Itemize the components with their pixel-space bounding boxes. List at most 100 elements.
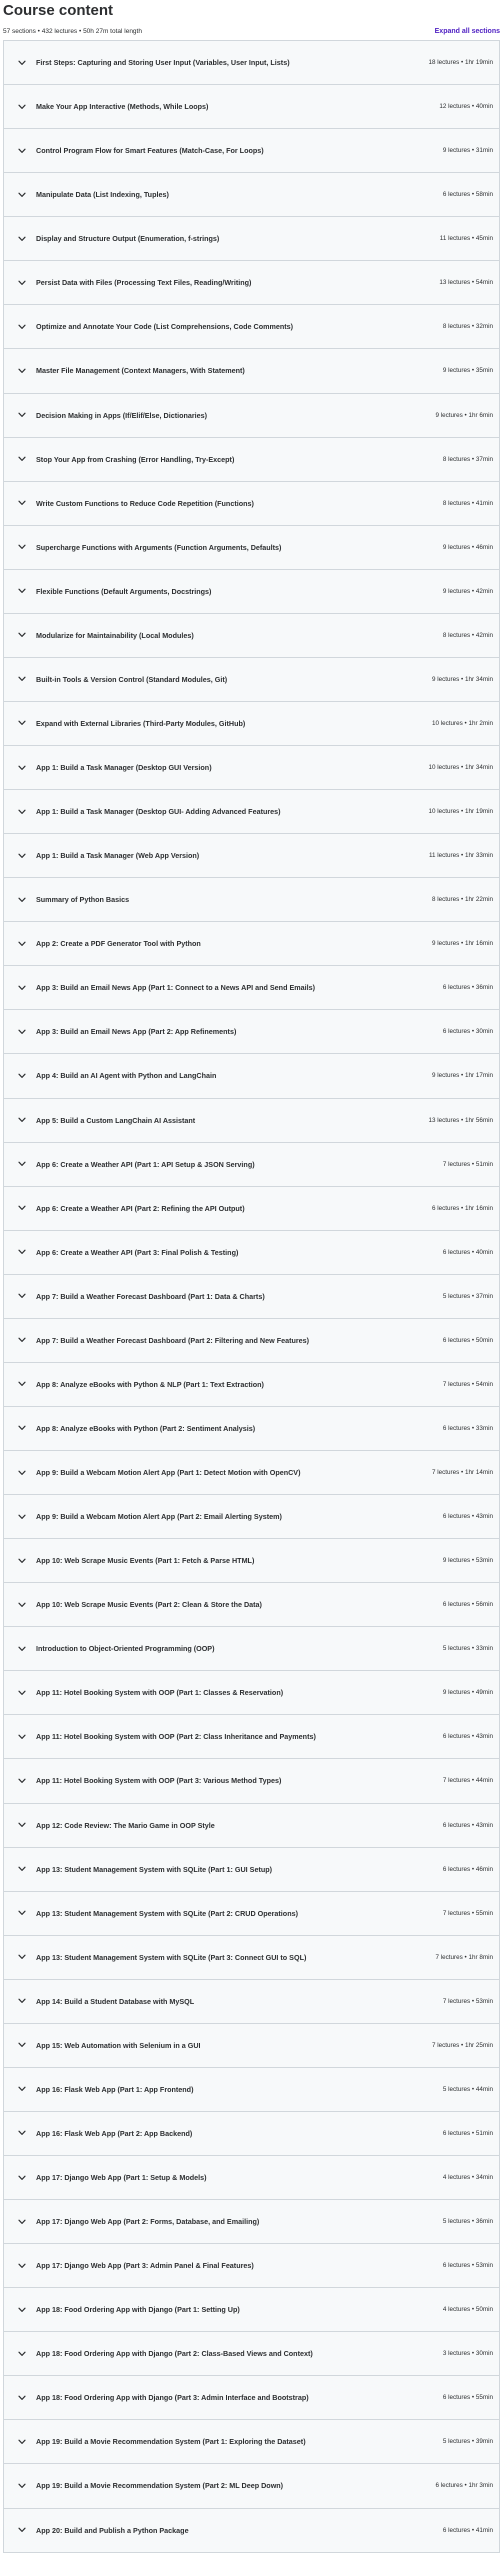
section-row[interactable]: App 11: Hotel Booking System with OOP (P… [4,1759,499,1804]
section-row[interactable]: App 14: Build a Student Database with My… [4,1979,499,2024]
section-title: App 13: Student Management System with S… [36,1908,298,1918]
section-row[interactable]: App 17: Django Web App (Part 1: Setup & … [4,2156,499,2201]
chevron-down-icon [17,322,26,331]
section-meta: 10 lectures • 1hr 19min [428,808,493,816]
chevron-down-icon [17,2085,26,2094]
section-row[interactable]: App 20: Build and Publish a Python Packa… [4,2508,499,2552]
chevron-down-icon [17,1424,26,1433]
expand-all-sections-button[interactable]: Expand all sections [435,28,500,35]
chevron-down-icon [17,1953,26,1962]
chevron-down-icon [17,2437,26,2446]
section-row[interactable]: App 17: Django Web App (Part 3: Admin Pa… [4,2244,499,2289]
section-title: App 1: Build a Task Manager (Web App Ver… [36,851,200,861]
section-row[interactable]: App 8: Analyze eBooks with Python & NLP … [4,1362,499,1407]
section-row[interactable]: App 13: Student Management System with S… [4,1847,499,1892]
section-row[interactable]: Flexible Functions (Default Arguments, D… [4,569,499,614]
section-row[interactable]: App 1: Build a Task Manager (Desktop GUI… [4,790,499,835]
section-row[interactable]: App 18: Food Ordering App with Django (P… [4,2332,499,2377]
section-meta: 5 lectures • 39min [442,2438,493,2446]
section-title: App 5: Build a Custom LangChain AI Assis… [36,1115,196,1125]
section-row[interactable]: App 6: Create a Weather API (Part 2: Ref… [4,1186,499,1231]
section-row[interactable]: App 3: Build an Email News App (Part 2: … [4,1010,499,1055]
section-meta: 7 lectures • 54min [442,1380,493,1388]
section-row[interactable]: App 7: Build a Weather Forecast Dashboar… [4,1318,499,1363]
section-row[interactable]: App 13: Student Management System with S… [4,1891,499,1936]
section-meta: 7 lectures • 51min [442,1160,493,1168]
section-row[interactable]: Expand with External Libraries (Third-Pa… [4,701,499,746]
chevron-down-icon [17,1556,26,1565]
section-row[interactable]: App 18: Food Ordering App with Django (P… [4,2376,499,2421]
section-row[interactable]: App 5: Build a Custom LangChain AI Assis… [4,1098,499,1143]
section-row[interactable]: Summary of Python Basics 8 lectures • 1hr… [4,878,499,923]
section-row[interactable]: Display and Structure Output (Enumeratio… [4,217,499,262]
section-row[interactable]: Make Your App Interactive (Methods, Whil… [4,85,499,130]
chevron-down-icon [17,102,26,111]
section-row[interactable]: Decision Making in Apps (If/Elif/Else, D… [4,393,499,438]
chevron-down-icon [17,499,26,508]
section-row[interactable]: App 15: Web Automation with Selenium in … [4,2023,499,2068]
section-title: Write Custom Functions to Reduce Code Re… [36,498,254,508]
chevron-down-icon [17,366,26,375]
section-title: Decision Making in Apps (If/Elif/Else, D… [36,410,208,420]
section-row[interactable]: App 13: Student Management System with S… [4,1935,499,1980]
section-row[interactable]: App 16: Flask Web App (Part 1: App Front… [4,2067,499,2112]
chevron-down-icon [17,2305,26,2314]
section-row[interactable]: App 12: Code Review: The Mario Game in O… [4,1803,499,1848]
chevron-down-icon [17,939,26,948]
section-row[interactable]: App 10: Web Scrape Music Events (Part 1:… [4,1539,499,1584]
section-row[interactable]: App 4: Build an AI Agent with Python and… [4,1054,499,1099]
section-row[interactable]: App 19: Build a Movie Recommendation Sys… [4,2464,499,2509]
section-row[interactable]: Introduction to Object-Oriented Programm… [4,1627,499,1672]
section-title: App 1: Build a Task Manager (Desktop GUI… [36,763,212,773]
section-row[interactable]: Modularize for Maintainability (Local Mo… [4,613,499,658]
section-row[interactable]: Stop Your App from Crashing (Error Handl… [4,437,499,482]
section-row[interactable]: App 19: Build a Movie Recommendation Sys… [4,2420,499,2465]
section-meta: 6 lectures • 1hr 3min [435,2482,493,2490]
section-row[interactable]: Persist Data with Files (Processing Text… [4,261,499,306]
section-row[interactable]: App 11: Hotel Booking System with OOP (P… [4,1671,499,1716]
section-title: App 11: Hotel Booking System with OOP (P… [36,1688,284,1698]
section-meta: 3 lectures • 30min [442,2350,493,2358]
section-row[interactable]: App 11: Hotel Booking System with OOP (P… [4,1715,499,1760]
chevron-down-icon [17,1997,26,2006]
section-row[interactable]: First Steps: Capturing and Storing User … [4,41,499,86]
section-row[interactable]: App 1: Build a Task Manager (Desktop GUI… [4,746,499,791]
section-meta: 6 lectures • 30min [442,1028,493,1036]
section-meta: 5 lectures • 37min [442,1292,493,1300]
section-meta: 6 lectures • 43min [442,1733,493,1741]
chevron-down-icon [17,1909,26,1918]
section-meta: 6 lectures • 46min [442,1865,493,1873]
section-row[interactable]: App 6: Create a Weather API (Part 1: API… [4,1142,499,1187]
section-row[interactable]: Control Program Flow for Smart Features … [4,129,499,174]
section-row[interactable]: App 1: Build a Task Manager (Web App Ver… [4,834,499,879]
section-row[interactable]: App 18: Food Ordering App with Django (P… [4,2288,499,2333]
section-title: App 17: Django Web App (Part 1: Setup & … [36,2173,207,2183]
section-row[interactable]: App 8: Analyze eBooks with Python (Part … [4,1406,499,1451]
section-row[interactable]: Master File Management (Context Managers… [4,349,499,394]
section-row[interactable]: App 3: Build an Email News App (Part 1: … [4,966,499,1011]
section-meta: 13 lectures • 1hr 56min [428,1116,493,1124]
section-title: App 16: Flask Web App (Part 1: App Front… [36,2084,194,2094]
chevron-down-icon [17,2129,26,2138]
section-row[interactable]: App 17: Django Web App (Part 2: Forms, D… [4,2200,499,2245]
section-row[interactable]: Optimize and Annotate Your Code (List Co… [4,305,499,350]
section-row[interactable]: App 7: Build a Weather Forecast Dashboar… [4,1274,499,1319]
section-title: App 4: Build an AI Agent with Python and… [36,1071,217,1081]
section-row[interactable]: App 9: Build a Webcam Motion Alert App (… [4,1495,499,1540]
chevron-down-icon [17,1865,26,1874]
section-row[interactable]: Built-in Tools & Version Control (Standa… [4,657,499,702]
section-row[interactable]: Supercharge Functions with Arguments (Fu… [4,525,499,570]
section-row[interactable]: Write Custom Functions to Reduce Code Re… [4,481,499,526]
section-row[interactable]: App 16: Flask Web App (Part 2: App Backe… [4,2111,499,2156]
chevron-down-icon [17,983,26,992]
section-title: Built-in Tools & Version Control (Standa… [36,674,228,684]
section-title: Master File Management (Context Managers… [36,366,245,376]
section-title: App 10: Web Scrape Music Events (Part 2:… [36,1600,262,1610]
section-title: App 6: Create a Weather API (Part 2: Ref… [36,1203,245,1213]
section-row[interactable]: Manipulate Data (List Indexing, Tuples) 6… [4,173,499,218]
section-row[interactable]: App 10: Web Scrape Music Events (Part 2:… [4,1583,499,1628]
section-row[interactable]: App 2: Create a PDF Generator Tool with … [4,922,499,967]
chevron-down-icon [17,411,26,420]
section-row[interactable]: App 9: Build a Webcam Motion Alert App (… [4,1451,499,1496]
section-row[interactable]: App 6: Create a Weather API (Part 3: Fin… [4,1230,499,1275]
